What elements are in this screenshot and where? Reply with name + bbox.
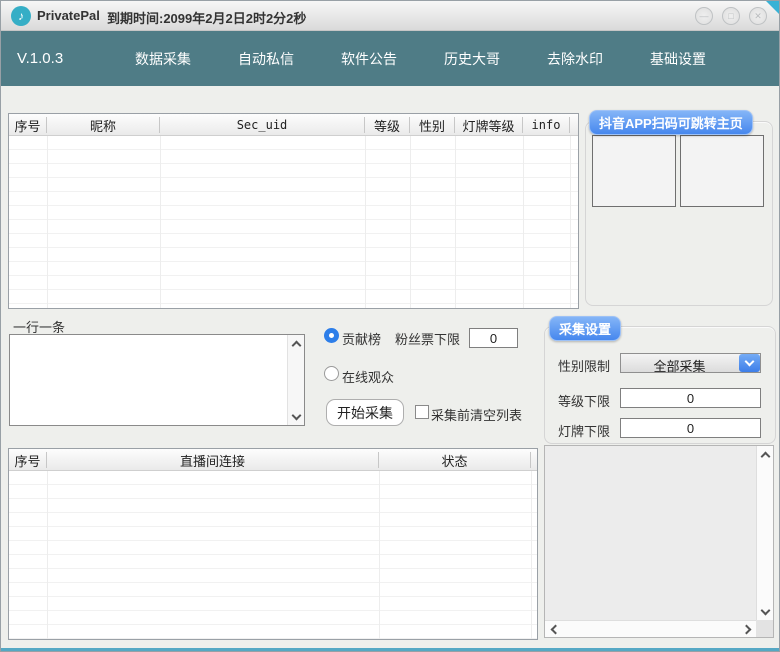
col-separator xyxy=(47,471,48,639)
badge-min-input[interactable] xyxy=(620,418,761,438)
rooms-col-stub xyxy=(531,452,537,468)
radio-online-viewers[interactable] xyxy=(324,366,339,381)
col-separator xyxy=(365,136,366,308)
title-bar: ♪ PrivatePal 到期时间:2099年2月2日2时2分2秒 — □ ✕ xyxy=(1,1,779,31)
start-collect-button[interactable]: 开始采集 xyxy=(326,399,404,426)
clear-before-collect-checkbox[interactable] xyxy=(415,405,429,419)
nav-item-watermark[interactable]: 去除水印 xyxy=(547,49,603,69)
minimize-button[interactable]: — xyxy=(695,7,713,25)
textarea-scrollbar[interactable] xyxy=(287,335,304,425)
users-col-info[interactable]: info xyxy=(523,117,570,133)
level-min-label: 等级下限 xyxy=(558,391,610,410)
col-separator xyxy=(47,136,48,308)
scroll-up-icon[interactable] xyxy=(757,446,774,463)
fan-ticket-min-input[interactable] xyxy=(469,328,518,348)
col-separator xyxy=(570,136,571,308)
col-separator xyxy=(523,136,524,308)
scroll-up-icon[interactable] xyxy=(288,335,305,352)
collect-settings-label: 采集设置 xyxy=(549,316,621,341)
users-col-badge[interactable]: 灯牌等级 xyxy=(455,117,523,133)
close-button[interactable]: ✕ xyxy=(749,7,767,25)
scroll-right-icon[interactable] xyxy=(739,621,756,638)
app-title: PrivatePal xyxy=(37,8,100,23)
qr-code-placeholder-1 xyxy=(592,135,676,207)
nav-item-settings[interactable]: 基础设置 xyxy=(650,49,706,69)
corner-fold-decoration xyxy=(766,1,779,14)
col-separator xyxy=(160,136,161,308)
scroll-left-icon[interactable] xyxy=(545,621,562,638)
users-table-header: 序号 昵称 Sec_uid 等级 性别 灯牌等级 info xyxy=(9,114,578,136)
nav-item-data-collect[interactable]: 数据采集 xyxy=(135,49,191,69)
users-table-body[interactable] xyxy=(9,136,578,308)
users-col-level[interactable]: 等级 xyxy=(365,117,410,133)
listbox-vertical-scrollbar[interactable] xyxy=(756,446,773,620)
qr-panel xyxy=(585,121,773,306)
qr-code-placeholder-2 xyxy=(680,135,764,207)
users-col-nickname[interactable]: 昵称 xyxy=(47,117,160,133)
room-links-textarea-frame xyxy=(9,334,305,426)
gender-limit-value: 全部采集 xyxy=(621,356,738,375)
nav-menu: 数据采集 自动私信 软件公告 历史大哥 去除水印 基础设置 xyxy=(135,31,706,86)
level-min-input[interactable] xyxy=(620,388,761,408)
users-col-index[interactable]: 序号 xyxy=(9,117,47,133)
app-logo-icon: ♪ xyxy=(11,6,31,26)
users-col-secuid[interactable]: Sec_uid xyxy=(160,117,365,133)
nav-item-announcement[interactable]: 软件公告 xyxy=(341,49,397,69)
maximize-button[interactable]: □ xyxy=(722,7,740,25)
chevron-down-icon[interactable] xyxy=(739,354,760,372)
rooms-table-header: 序号 直播间连接 状态 xyxy=(9,449,537,471)
nav-item-history[interactable]: 历史大哥 xyxy=(444,49,500,69)
col-separator xyxy=(531,471,532,639)
nav-item-auto-message[interactable]: 自动私信 xyxy=(238,49,294,69)
clear-before-collect-label[interactable]: 采集前清空列表 xyxy=(431,405,522,424)
gender-limit-label: 性别限制 xyxy=(558,356,610,375)
users-col-stub xyxy=(570,117,578,133)
users-table: 序号 昵称 Sec_uid 等级 性别 灯牌等级 info xyxy=(8,113,579,309)
col-separator xyxy=(410,136,411,308)
room-links-textarea[interactable] xyxy=(10,335,288,425)
col-separator xyxy=(455,136,456,308)
fan-ticket-min-label: 粉丝票下限 xyxy=(395,329,460,348)
rooms-table-body[interactable] xyxy=(9,471,537,639)
scrollbar-corner xyxy=(756,620,773,637)
gender-limit-dropdown[interactable]: 全部采集 xyxy=(620,353,761,373)
radio-contribution-label[interactable]: 贡献榜 xyxy=(342,329,381,348)
badge-min-label: 灯牌下限 xyxy=(558,421,610,440)
nav-bar: V.1.0.3 数据采集 自动私信 软件公告 历史大哥 去除水印 基础设置 xyxy=(1,31,779,86)
listbox-horizontal-scrollbar[interactable] xyxy=(545,620,756,637)
col-separator xyxy=(379,471,380,639)
rooms-col-index[interactable]: 序号 xyxy=(9,452,47,468)
version-label: V.1.0.3 xyxy=(17,50,63,67)
rooms-col-status[interactable]: 状态 xyxy=(379,452,531,468)
scroll-down-icon[interactable] xyxy=(757,603,774,620)
scroll-down-icon[interactable] xyxy=(288,408,305,425)
radio-contribution-board[interactable] xyxy=(324,328,339,343)
rooms-col-link[interactable]: 直播间连接 xyxy=(47,452,379,468)
expiry-time-text: 到期时间:2099年2月2日2时2分2秒 xyxy=(107,8,306,27)
qr-panel-label: 抖音APP扫码可跳转主页 xyxy=(589,110,753,135)
rooms-table: 序号 直播间连接 状态 xyxy=(8,448,538,640)
users-col-gender[interactable]: 性别 xyxy=(410,117,455,133)
app-window: ♪ PrivatePal 到期时间:2099年2月2日2时2分2秒 — □ ✕ … xyxy=(0,0,780,652)
log-listbox[interactable] xyxy=(544,445,774,638)
window-bottom-border xyxy=(1,648,779,651)
radio-online-label[interactable]: 在线观众 xyxy=(342,367,394,386)
